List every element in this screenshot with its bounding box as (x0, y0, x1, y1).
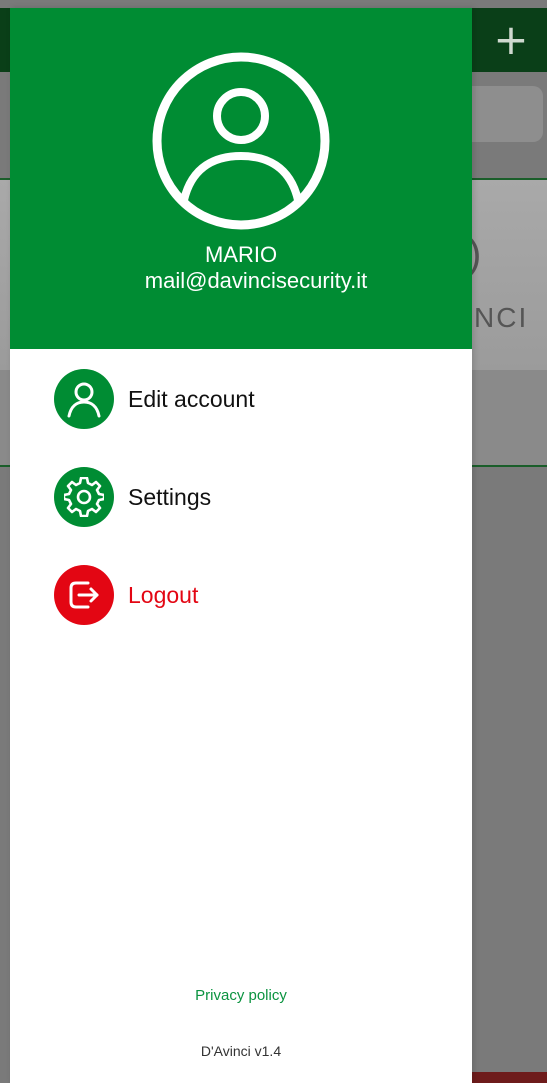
user-circle-icon (152, 52, 330, 230)
user-email: mail@davincisecurity.it (144, 268, 368, 293)
user-icon (54, 369, 114, 429)
logout-button[interactable]: Logout (54, 565, 434, 625)
logout-icon (54, 565, 114, 625)
edit-account-button[interactable]: Edit account (54, 369, 434, 429)
privacy-policy-link[interactable]: Privacy policy (10, 987, 472, 1004)
settings-button[interactable]: Settings (54, 467, 434, 527)
user-name: MARIO (204, 242, 278, 267)
edit-account-label: Edit account (128, 385, 255, 412)
app-screen: + ) NCI MARIO mail@davincisecurity.it Ed… (0, 0, 547, 1083)
background-bottom-accent (470, 1072, 547, 1083)
logout-label: Logout (128, 581, 199, 608)
background-banner-text: NCI (474, 302, 529, 333)
gear-icon (54, 467, 114, 527)
settings-label: Settings (128, 483, 212, 510)
app-version: D'Avinci v1.4 (200, 1043, 282, 1059)
add-button[interactable]: + (489, 18, 533, 62)
drawer-header: MARIO mail@davincisecurity.it (10, 8, 472, 349)
navigation-drawer: MARIO mail@davincisecurity.it Edit accou… (10, 8, 472, 1083)
